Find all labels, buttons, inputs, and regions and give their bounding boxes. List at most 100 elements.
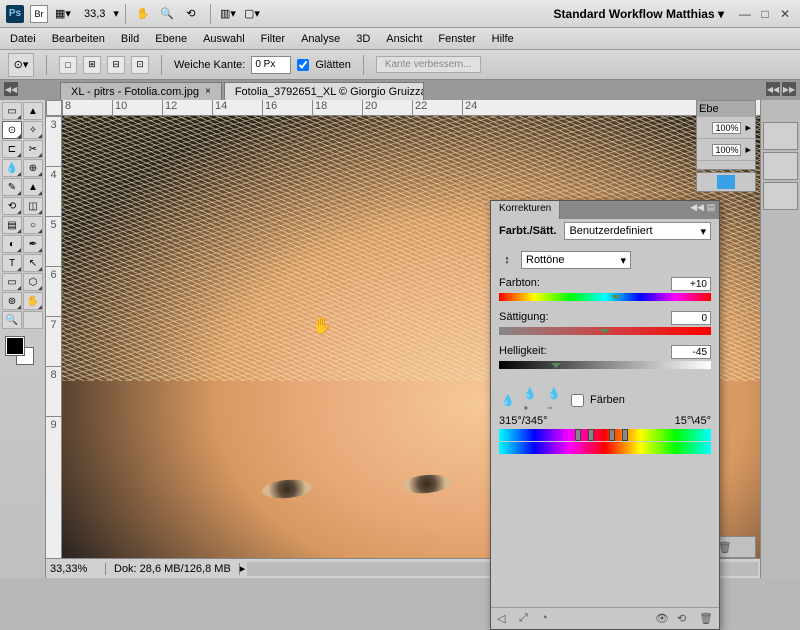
lightness-slider[interactable]	[499, 361, 711, 371]
back-icon[interactable]: ◁	[497, 612, 511, 626]
status-zoom[interactable]: 33,33%	[46, 563, 106, 575]
menu-filter[interactable]: Filter	[261, 33, 285, 45]
eyedropper-tool[interactable]: 💧	[2, 159, 22, 177]
hand-tool[interactable]: ✋	[23, 292, 43, 310]
clip-icon[interactable]: ◔	[541, 612, 555, 626]
tab-close-icon[interactable]: ×	[205, 86, 211, 97]
ruler-vertical[interactable]: 3456789	[46, 116, 62, 558]
blur-tool[interactable]: ○	[23, 216, 43, 234]
status-menu-icon[interactable]: ▸	[240, 562, 246, 575]
opacity-value[interactable]: 100%	[712, 122, 741, 134]
menu-ebene[interactable]: Ebene	[155, 33, 187, 45]
bridge-icon[interactable]: Br	[30, 5, 48, 23]
eyedropper-add-icon[interactable]: 💧₊	[523, 391, 541, 409]
menu-fenster[interactable]: Fenster	[438, 33, 475, 45]
document-tab[interactable]: Fotolia_3792651_XL © Giorgio Gruizza - F…	[224, 82, 424, 100]
healing-tool[interactable]: ⊕	[23, 159, 43, 177]
korrekturen-tab[interactable]: Korrekturen	[491, 201, 560, 219]
antialias-checkbox[interactable]	[297, 59, 309, 71]
selection-intersect-icon[interactable]: ⊡	[131, 56, 149, 74]
path-tool[interactable]: ↖	[23, 254, 43, 272]
crop-tool[interactable]: ⊏	[2, 140, 22, 158]
zoom-dropdown-icon[interactable]: ▾	[113, 7, 119, 20]
hand-icon[interactable]: ✋	[132, 5, 154, 23]
pen-tool[interactable]: ✒	[23, 235, 43, 253]
screen-mode-icon[interactable]: ▢▾	[241, 5, 263, 23]
layer-thumbnail[interactable]	[717, 175, 735, 189]
type-tool[interactable]: T	[2, 254, 22, 272]
arrange-icon[interactable]: ▥▾	[217, 5, 239, 23]
history-brush-tool[interactable]: ⟲	[2, 197, 22, 215]
menu-auswahl[interactable]: Auswahl	[203, 33, 245, 45]
channel-icon[interactable]: ↕	[499, 252, 515, 268]
trash-icon[interactable]: 🗑	[699, 612, 713, 626]
close-icon[interactable]: ✕	[776, 7, 794, 21]
menu-analyse[interactable]: Analyse	[301, 33, 340, 45]
stamp-tool[interactable]: ▲	[23, 178, 43, 196]
selection-add-icon[interactable]: ⊞	[83, 56, 101, 74]
menu-bearbeiten[interactable]: Bearbeiten	[52, 33, 105, 45]
collapse-right-icon[interactable]: ◀◀	[766, 82, 780, 96]
lasso-preset-icon[interactable]: ⊙▾	[8, 53, 34, 77]
zoom-tool[interactable]: 🔍	[2, 311, 22, 329]
document-tab[interactable]: XL - pitrs - Fotolia.com.jpg×	[60, 82, 222, 100]
rotate-icon[interactable]: ⟲	[180, 5, 202, 23]
saturation-slider[interactable]	[499, 327, 711, 337]
menu-datei[interactable]: Datei	[10, 33, 36, 45]
selection-new-icon[interactable]: □	[59, 56, 77, 74]
mini-bridge-icon[interactable]: ▦▾	[52, 5, 74, 23]
zoom-level[interactable]: 33,3	[84, 8, 105, 20]
ruler-horizontal[interactable]: 81012141618202224	[62, 100, 760, 116]
magic-wand-tool[interactable]: ✧	[23, 121, 43, 139]
selection-subtract-icon[interactable]: ⊟	[107, 56, 125, 74]
zoom-icon[interactable]: 🔍	[156, 5, 178, 23]
eyedropper-icon[interactable]: 💧	[499, 391, 517, 409]
refine-edge-button[interactable]: Kante verbessern...	[376, 56, 481, 73]
lightness-input[interactable]	[671, 345, 711, 359]
feather-input[interactable]	[251, 56, 291, 74]
brush-tool[interactable]: ✎	[2, 178, 22, 196]
workspace-switcher[interactable]: Standard Workflow Matthias ▾	[554, 7, 724, 21]
eraser-tool[interactable]: ◫	[23, 197, 43, 215]
collapse-left-icon[interactable]: ◀◀	[4, 82, 18, 96]
reset-icon[interactable]: ⟲	[677, 612, 691, 626]
channel-select[interactable]: Rottöne▾	[521, 251, 631, 269]
3d-camera-tool[interactable]: ⊚	[2, 292, 22, 310]
maximize-icon[interactable]: □	[756, 7, 774, 21]
colorize-checkbox[interactable]	[571, 394, 584, 407]
slice-tool[interactable]: ✂	[23, 140, 43, 158]
saturation-input[interactable]	[671, 311, 711, 325]
shape-tool[interactable]: ▭	[2, 273, 22, 291]
dodge-tool[interactable]: ◐	[2, 235, 22, 253]
panel-tab-collapsed[interactable]	[763, 122, 798, 150]
path-select-tool[interactable]: ▲	[23, 102, 43, 120]
gradient-tool[interactable]: ▤	[2, 216, 22, 234]
panel-collapse-icon[interactable]: ◀◀	[691, 201, 703, 213]
ruler-origin[interactable]	[46, 100, 62, 116]
dropdown-icon[interactable]: ▸	[745, 121, 751, 134]
move-tool[interactable]: ▭	[2, 102, 22, 120]
menu-bild[interactable]: Bild	[121, 33, 139, 45]
preset-select[interactable]: Benutzerdefiniert▾	[564, 222, 711, 240]
hue-range-bar[interactable]	[499, 429, 711, 441]
lasso-tool[interactable]: ⊙	[2, 121, 22, 139]
menu-ansicht[interactable]: Ansicht	[386, 33, 422, 45]
panel-tab-collapsed[interactable]	[763, 182, 798, 210]
panel-menu-icon[interactable]: ▤	[705, 201, 717, 213]
3d-tool[interactable]: ⬡	[23, 273, 43, 291]
hue-slider[interactable]	[499, 293, 711, 303]
hue-input[interactable]	[671, 277, 711, 291]
visibility-icon[interactable]: 👁	[655, 612, 669, 626]
layers-panel-fragment: Ebe 100%▸ 100%▸	[696, 100, 756, 170]
expand-icon[interactable]: ⤢	[519, 612, 533, 626]
menu-3d[interactable]: 3D	[356, 33, 370, 45]
eyedropper-subtract-icon[interactable]: 💧₋	[547, 391, 565, 409]
panel-tab-collapsed[interactable]	[763, 152, 798, 180]
menu-hilfe[interactable]: Hilfe	[492, 33, 514, 45]
status-document-size[interactable]: Dok: 28,6 MB/126,8 MB	[106, 563, 240, 575]
expand-right-icon[interactable]: ▶▶	[782, 82, 796, 96]
fill-value[interactable]: 100%	[712, 144, 741, 156]
minimize-icon[interactable]: —	[736, 7, 754, 21]
foreground-color-swatch[interactable]	[6, 337, 24, 355]
dropdown-icon[interactable]: ▸	[745, 143, 751, 156]
